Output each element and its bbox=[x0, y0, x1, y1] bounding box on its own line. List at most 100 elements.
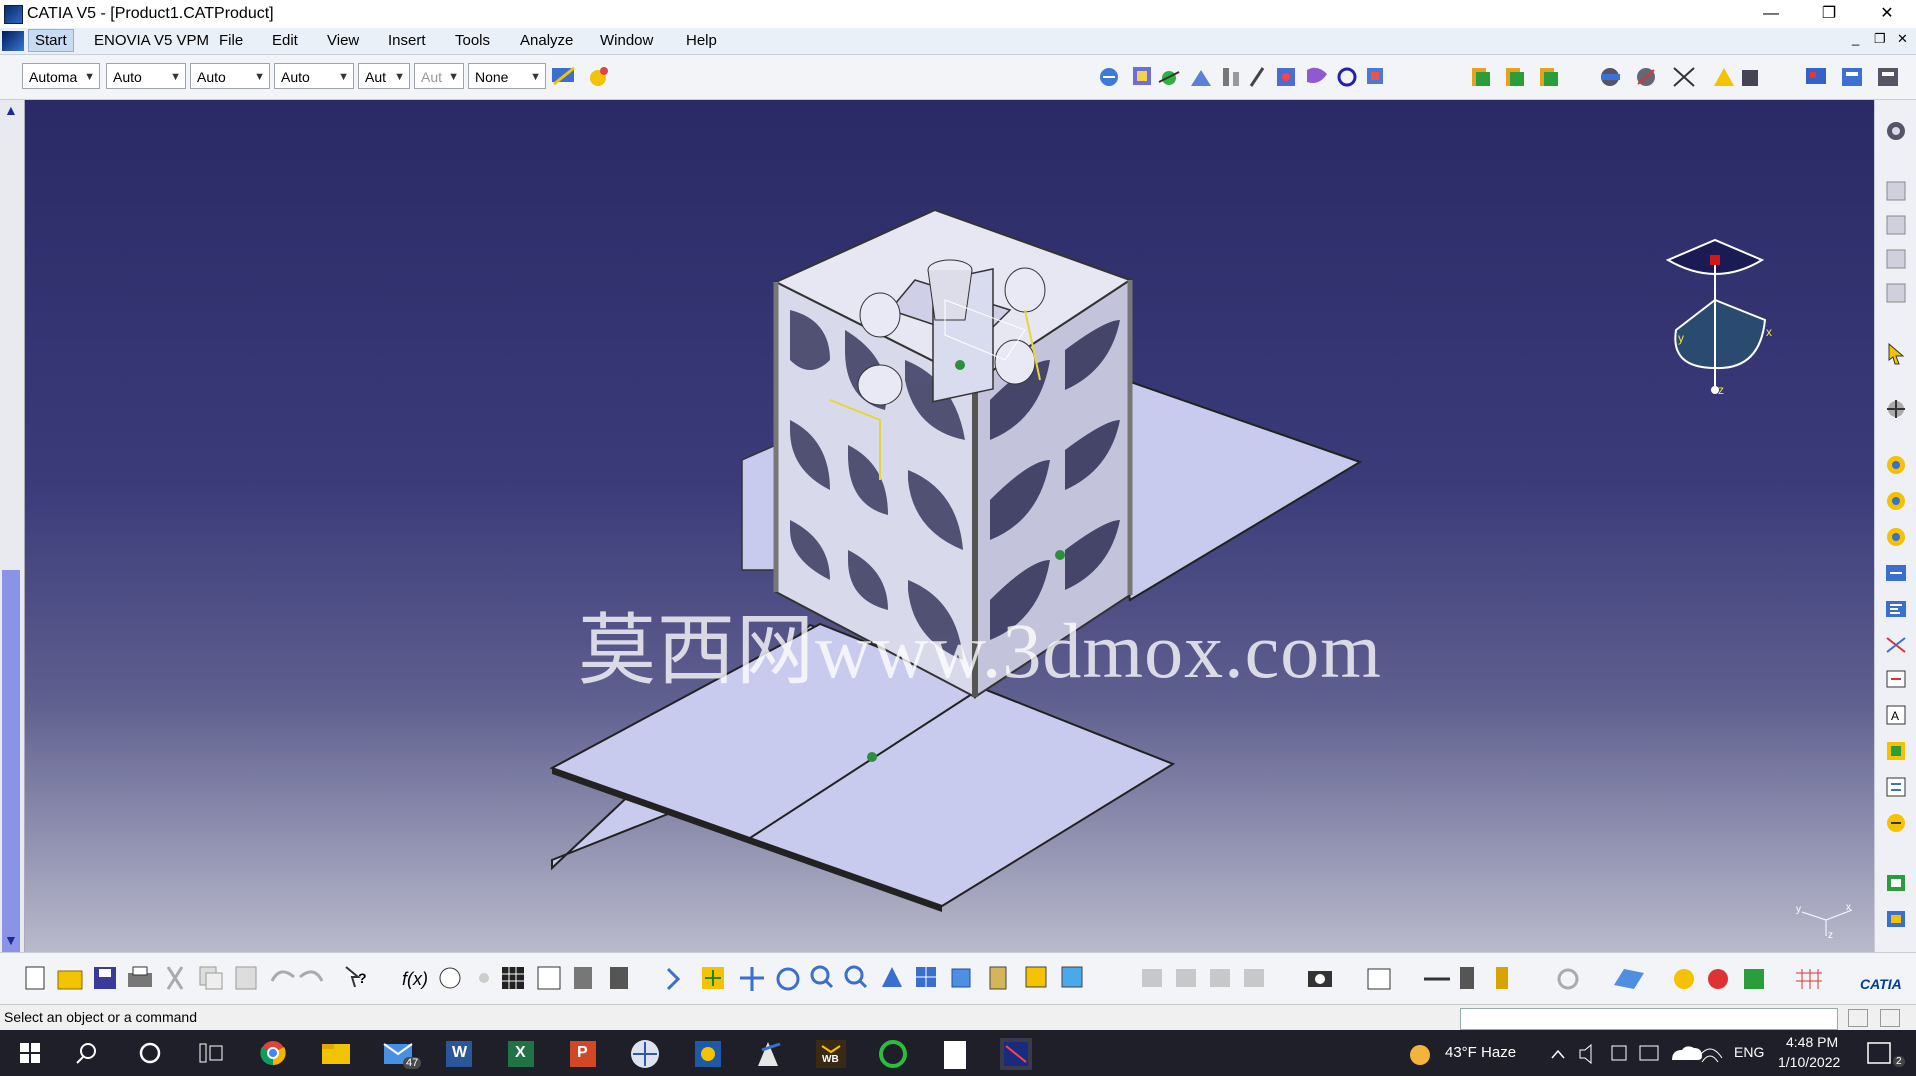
menu-help[interactable]: Help bbox=[686, 32, 717, 49]
multi-view-icon bbox=[916, 967, 936, 987]
snap-icon bbox=[1191, 70, 1211, 86]
power-input-icon[interactable] bbox=[1848, 1009, 1868, 1027]
search-icon bbox=[76, 1043, 96, 1064]
cubesat-model[interactable] bbox=[0, 100, 1874, 952]
update-bottom-icon bbox=[1557, 968, 1579, 990]
scroll-up-icon[interactable]: ▲ bbox=[4, 102, 18, 118]
file-explorer-icon bbox=[322, 1044, 350, 1064]
catia-logo-icon[interactable] bbox=[2, 31, 24, 51]
plane-icon bbox=[1614, 969, 1644, 989]
chrome-icon bbox=[260, 1041, 286, 1066]
document-app-icon bbox=[944, 1041, 966, 1069]
axis-z-label: z bbox=[1828, 930, 1833, 940]
new-document-icon bbox=[25, 966, 45, 990]
restore-button[interactable]: ❐ bbox=[1800, 0, 1858, 28]
scroll-down-icon[interactable]: ▼ bbox=[4, 932, 18, 948]
compass-widget[interactable]: y x z bbox=[1660, 230, 1780, 400]
graphic-property-combo-1[interactable]: Automa ▼ bbox=[22, 63, 100, 89]
scan-icon bbox=[610, 967, 628, 989]
assembly-features-icon[interactable] bbox=[1883, 280, 1909, 306]
sketcher-icon[interactable] bbox=[1883, 118, 1909, 144]
hide-show-icon bbox=[1025, 966, 1047, 988]
catia-compass-task-icon bbox=[631, 1040, 659, 1068]
sheetmetal-icon[interactable] bbox=[1883, 178, 1909, 204]
manage-representations-icon[interactable]: A bbox=[1883, 702, 1909, 728]
minimize-button[interactable]: — bbox=[1742, 0, 1800, 28]
constraint-icon bbox=[1307, 67, 1327, 83]
new-part-icon[interactable] bbox=[1883, 524, 1909, 550]
menu-edit[interactable]: Edit bbox=[272, 32, 298, 49]
graphic-property-combo-2[interactable]: Auto ▼ bbox=[106, 63, 186, 89]
replace-component-icon[interactable] bbox=[1883, 560, 1909, 586]
space-analysis-row[interactable] bbox=[1596, 62, 1766, 92]
graphic-property-combo-5[interactable]: Aut ▼ bbox=[358, 63, 410, 89]
product-tools-row[interactable] bbox=[1095, 62, 1435, 92]
menu-tools[interactable]: Tools bbox=[455, 32, 490, 49]
redo-icon bbox=[299, 970, 324, 982]
menu-view[interactable]: View bbox=[327, 32, 359, 49]
compass-y-label: y bbox=[1678, 331, 1684, 345]
tree-scrollbar[interactable]: ▲ ▼ bbox=[0, 100, 25, 1030]
view-mode-icon[interactable] bbox=[1880, 1009, 1900, 1027]
generate-numbering-icon bbox=[1878, 68, 1898, 86]
graphic-property-combo-7[interactable]: None ▼ bbox=[468, 63, 546, 89]
catia-brand-icon: CATIA bbox=[1860, 976, 1902, 992]
doc-close-button[interactable]: ✕ bbox=[1897, 31, 1908, 47]
measure-item-icon bbox=[1714, 68, 1734, 86]
reuse-side-icon[interactable] bbox=[1883, 810, 1909, 836]
combo-value: Auto bbox=[281, 69, 310, 85]
new-product-icon[interactable] bbox=[1883, 488, 1909, 514]
measure-inertia-icon bbox=[1742, 70, 1758, 86]
dmu-icon[interactable] bbox=[1883, 906, 1909, 932]
menu-start[interactable]: Start bbox=[28, 29, 74, 52]
measure-inertia-bottom-icon bbox=[1496, 967, 1508, 989]
chevron-down-icon: ▼ bbox=[530, 71, 541, 83]
doc-restore-button[interactable]: ❐ bbox=[1874, 31, 1886, 47]
undo-icon bbox=[270, 970, 295, 982]
knowledge-advisor-icon bbox=[439, 967, 461, 989]
3d-viewport[interactable]: 莫西网www.3dmox.com y x z x y z bbox=[0, 100, 1874, 952]
clock-date[interactable]: 1/10/2022 bbox=[1778, 1054, 1840, 1070]
normal-view-icon bbox=[882, 967, 902, 987]
graphic-property-combo-4[interactable]: Auto ▼ bbox=[274, 63, 354, 89]
menu-enovia[interactable]: ENOVIA V5 VPM bbox=[94, 32, 209, 49]
graph-tree-reorder-icon[interactable] bbox=[1883, 596, 1909, 622]
graphic-property-combo-6[interactable]: Aut ▼ bbox=[414, 63, 464, 89]
menu-analyze[interactable]: Analyze bbox=[520, 32, 573, 49]
scene-icon[interactable] bbox=[1883, 246, 1909, 272]
new-component-icon[interactable] bbox=[1883, 452, 1909, 478]
painter-tools[interactable] bbox=[550, 62, 620, 92]
publication-icon[interactable] bbox=[1883, 212, 1909, 238]
selective-load-icon[interactable] bbox=[1883, 666, 1909, 692]
spec-tree-icon bbox=[1806, 68, 1826, 84]
constraint-tools-row[interactable] bbox=[1468, 62, 1578, 92]
watermark-text: 莫西网www.3dmox.com bbox=[578, 607, 1382, 694]
catalog-bottom-icon bbox=[574, 967, 592, 989]
weather-text[interactable]: 43°F Haze bbox=[1445, 1044, 1516, 1061]
origin-marker-icon bbox=[867, 752, 877, 762]
language-indicator[interactable]: ENG bbox=[1734, 1044, 1764, 1060]
close-button[interactable]: ✕ bbox=[1858, 0, 1916, 28]
menu-window[interactable]: Window bbox=[600, 32, 653, 49]
doc-minimize-button[interactable]: _ bbox=[1852, 31, 1859, 46]
solar-panel-right[interactable] bbox=[1108, 378, 1363, 602]
fast-multi-instantiation-icon[interactable] bbox=[1883, 774, 1909, 800]
combo-value: None bbox=[475, 69, 509, 85]
select-icon[interactable] bbox=[1883, 340, 1909, 366]
command-input[interactable] bbox=[1460, 1008, 1838, 1030]
bill-of-material-icon[interactable] bbox=[1883, 870, 1909, 896]
wb-label: WB bbox=[822, 1054, 839, 1065]
status-bar: Select an object or a command bbox=[0, 1004, 1916, 1031]
menu-insert[interactable]: Insert bbox=[388, 32, 426, 49]
check-icon bbox=[1367, 968, 1391, 990]
chevron-up-icon bbox=[1551, 1049, 1565, 1059]
view-tools-row[interactable] bbox=[1802, 62, 1912, 92]
chevron-down-icon: ▼ bbox=[170, 71, 181, 83]
catalog-browser-icon bbox=[1100, 68, 1118, 86]
graphic-property-combo-3[interactable]: Auto ▼ bbox=[190, 63, 270, 89]
menu-file[interactable]: File bbox=[219, 32, 243, 49]
multi-instantiation-icon[interactable] bbox=[1883, 738, 1909, 764]
generate-numbering-side-icon[interactable] bbox=[1883, 632, 1909, 658]
clock-time[interactable]: 4:48 PM bbox=[1786, 1034, 1838, 1050]
move-component-icon[interactable] bbox=[1883, 396, 1909, 422]
